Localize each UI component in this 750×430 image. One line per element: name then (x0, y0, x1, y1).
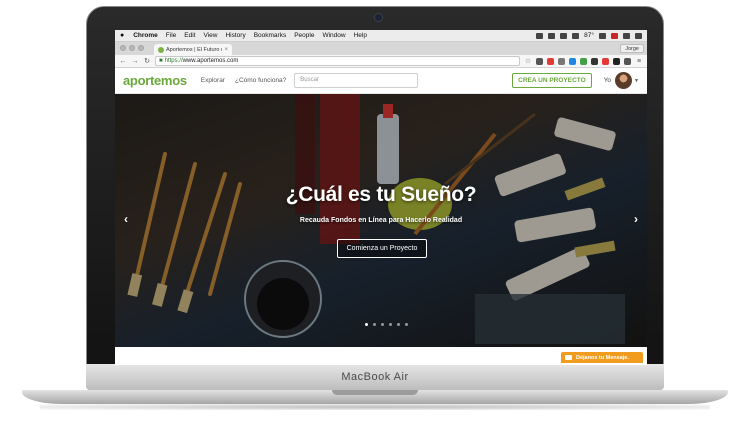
screen: ● Chrome File Edit View History Bookmark… (115, 30, 647, 365)
carousel-dots (365, 323, 408, 326)
feedback-label: Déjanos tu Mensaje. (576, 354, 629, 361)
reload-icon[interactable]: ↻ (143, 57, 151, 65)
status-icon[interactable] (560, 32, 568, 39)
wifi-icon[interactable] (599, 32, 606, 39)
menu-icon[interactable]: ≡ (635, 58, 643, 65)
extension-icon[interactable] (558, 57, 565, 65)
carousel-dot[interactable] (381, 323, 384, 326)
device-brand-label: MacBook Air (341, 371, 409, 383)
menu-file[interactable]: File (166, 32, 176, 39)
carousel-dot[interactable] (373, 323, 376, 326)
extension-icon[interactable] (624, 57, 631, 65)
chevron-down-icon[interactable]: ▼ (634, 78, 639, 84)
page-below-hero: Déjanos tu Mensaje. (115, 347, 647, 363)
site-logo[interactable]: aportemos (123, 73, 187, 88)
extension-icon[interactable] (591, 57, 598, 65)
nav-explore[interactable]: Explorar (201, 77, 225, 84)
menu-chrome[interactable]: Chrome (133, 32, 158, 39)
menu-window[interactable]: Window (322, 32, 345, 39)
status-icons: 87° (536, 32, 642, 39)
browser-toolbar: ← → ↻ ■ https:// www.aportemos.com ☆ ≡ (115, 55, 647, 68)
profile-button[interactable]: Jorge (620, 44, 644, 53)
carousel-dot[interactable] (397, 323, 400, 326)
hero-subtitle: Recauda Fondos en Línea para Hacerlo Rea… (299, 217, 463, 224)
laptop-shadow (40, 404, 710, 410)
extension-icon[interactable] (580, 57, 587, 65)
os-menubar: ● Chrome File Edit View History Bookmark… (115, 30, 647, 42)
window-controls (120, 45, 144, 51)
menu-people[interactable]: People (294, 32, 314, 39)
favicon-icon (158, 46, 164, 53)
carousel-next-icon[interactable]: › (634, 212, 638, 226)
apple-icon[interactable]: ● (120, 32, 124, 39)
webcam (374, 13, 383, 22)
avatar[interactable] (615, 72, 633, 89)
close-window-button[interactable] (120, 45, 126, 51)
bookmark-star-icon[interactable]: ☆ (524, 57, 532, 65)
back-icon[interactable]: ← (119, 58, 127, 65)
address-bar[interactable]: ■ https:// www.aportemos.com (155, 56, 520, 66)
carousel-dot[interactable] (405, 323, 408, 326)
url-protocol: https:// (164, 58, 183, 64)
laptop-notch (332, 390, 418, 395)
user-menu-label[interactable]: Yo (604, 77, 611, 84)
extension-icon[interactable] (569, 57, 576, 65)
extension-icon[interactable] (613, 57, 620, 65)
search-icon[interactable] (623, 32, 630, 39)
flag-icon[interactable] (611, 32, 618, 39)
menu-edit[interactable]: Edit (184, 32, 195, 39)
notifications-icon[interactable] (635, 32, 642, 39)
menu-history[interactable]: History (225, 32, 245, 39)
carousel-prev-icon[interactable]: ‹ (124, 212, 128, 226)
battery-readout[interactable]: 87° (584, 32, 594, 39)
minimize-window-button[interactable] (129, 45, 135, 51)
envelope-icon (565, 355, 572, 360)
extension-icon[interactable] (547, 57, 554, 65)
url-host: www.aportemos.com (182, 58, 239, 64)
menu-bookmarks[interactable]: Bookmarks (254, 32, 287, 39)
browser-tabbar: Aportemos | El Futuro de × Jorge (115, 42, 647, 55)
browser-tab[interactable]: Aportemos | El Futuro de × (154, 44, 232, 55)
hero-carousel: ¿Cuál es tu Sueño? Recauda Fondos en Lín… (115, 94, 647, 347)
feedback-tab[interactable]: Déjanos tu Mensaje. (561, 352, 643, 363)
create-project-button[interactable]: CREA UN PROYECTO (512, 73, 592, 88)
extension-icon[interactable] (536, 57, 543, 65)
tab-title: Aportemos | El Futuro de (166, 46, 223, 53)
nav-how-it-works[interactable]: ¿Cómo funciona? (235, 77, 286, 84)
start-project-button[interactable]: Comienza un Proyecto (337, 239, 427, 258)
status-icon[interactable] (572, 32, 580, 39)
carousel-dot[interactable] (365, 323, 368, 326)
menu-view[interactable]: View (203, 32, 217, 39)
lock-icon: ■ (159, 58, 163, 64)
carousel-dot[interactable] (389, 323, 392, 326)
close-tab-icon[interactable]: × (224, 47, 228, 53)
extension-icon[interactable] (602, 57, 609, 65)
hero-title: ¿Cuál es tu Sueño? (285, 183, 477, 206)
search-input[interactable]: Buscar (294, 73, 419, 88)
forward-icon[interactable]: → (131, 58, 139, 65)
menu-help[interactable]: Help (354, 32, 367, 39)
maximize-window-button[interactable] (138, 45, 144, 51)
status-icon[interactable] (548, 32, 556, 39)
status-icon[interactable] (536, 32, 544, 39)
site-header: aportemos Explorar ¿Cómo funciona? Busca… (115, 68, 647, 94)
